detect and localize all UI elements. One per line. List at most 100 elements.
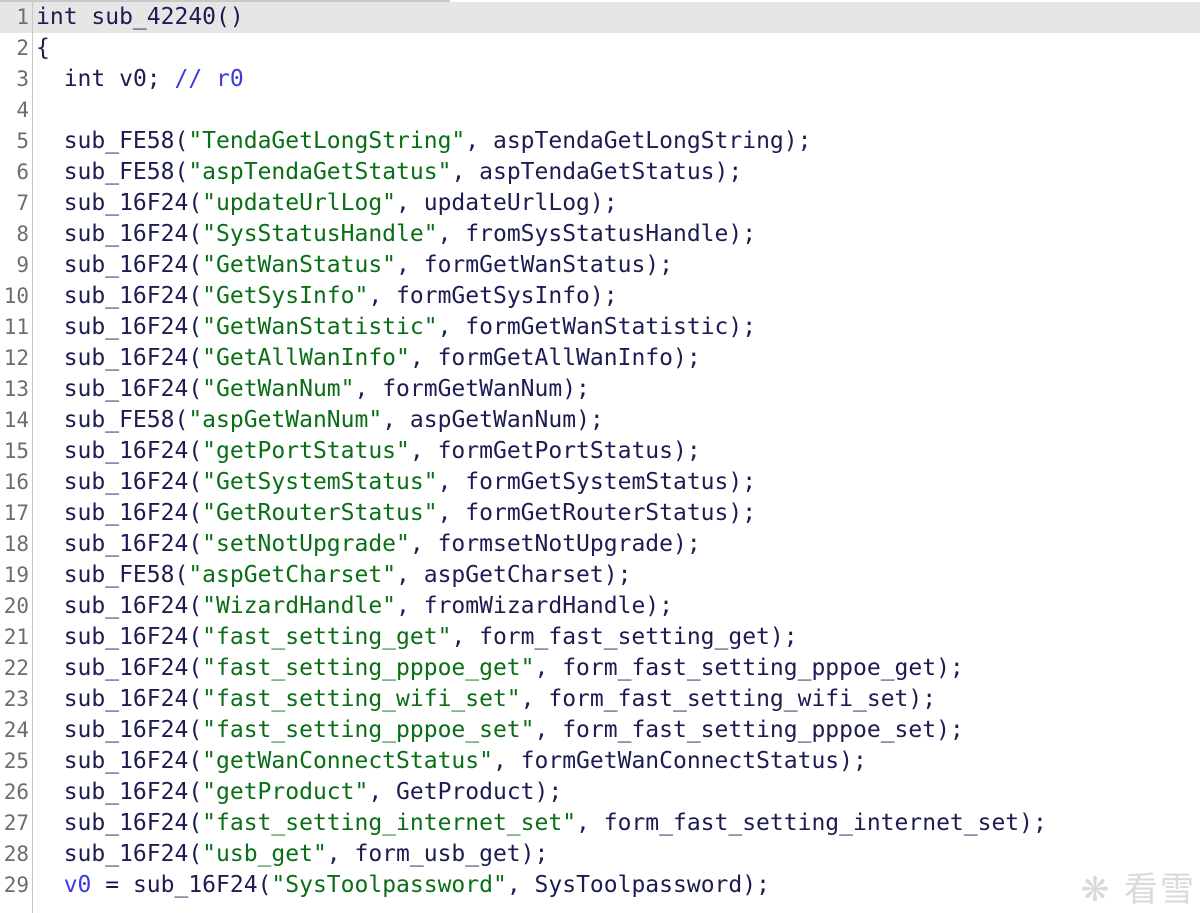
code-token[interactable]: = sub_16F24( xyxy=(91,872,271,898)
line-code[interactable]: sub_16F24("GetWanStatus", formGetWanStat… xyxy=(36,250,673,281)
line-code[interactable]: v0 = sub_16F24("SysToolpassword", SysToo… xyxy=(36,870,770,901)
code-token[interactable]: sub_16F24( xyxy=(36,748,202,774)
code-token[interactable]: sub_16F24( xyxy=(36,624,202,650)
line-code[interactable]: { xyxy=(36,33,50,64)
code-line[interactable]: 12 sub_16F24("GetAllWanInfo", formGetAll… xyxy=(0,343,1200,374)
code-token[interactable]: , formGetWanNum); xyxy=(355,376,590,402)
code-token[interactable]: , formGetWanStatus); xyxy=(396,252,673,278)
code-token[interactable]: sub_16F24( xyxy=(36,469,202,495)
code-token[interactable]: sub_16F24( xyxy=(36,779,202,805)
string-literal[interactable]: "aspGetCharset" xyxy=(188,562,396,588)
string-literal[interactable]: "GetRouterStatus" xyxy=(202,500,437,526)
code-line[interactable]: 17 sub_16F24("GetRouterStatus", formGetR… xyxy=(0,498,1200,529)
line-code[interactable]: sub_16F24("GetWanNum", formGetWanNum); xyxy=(36,374,590,405)
code-token[interactable]: , form_fast_setting_wifi_set); xyxy=(521,686,936,712)
code-line[interactable]: 11 sub_16F24("GetWanStatistic", formGetW… xyxy=(0,312,1200,343)
line-code[interactable]: sub_16F24("GetSystemStatus", formGetSyst… xyxy=(36,467,756,498)
code-token[interactable]: , form_fast_setting_pppoe_get); xyxy=(535,655,964,681)
string-literal[interactable]: "fast_setting_internet_set" xyxy=(202,810,576,836)
code-token[interactable]: , formGetSysInfo); xyxy=(368,283,617,309)
code-token[interactable]: sub_FE58( xyxy=(36,159,189,185)
code-token[interactable]: , formGetRouterStatus); xyxy=(438,500,757,526)
string-literal[interactable]: "GetWanStatistic" xyxy=(202,314,437,340)
code-line[interactable]: 20 sub_16F24("WizardHandle", fromWizardH… xyxy=(0,591,1200,622)
string-literal[interactable]: "fast_setting_pppoe_set" xyxy=(202,717,534,743)
code-token[interactable]: { xyxy=(36,35,50,61)
string-literal[interactable]: "fast_setting_wifi_set" xyxy=(202,686,521,712)
code-token[interactable]: , aspGetCharset); xyxy=(396,562,631,588)
string-literal[interactable]: "WizardHandle" xyxy=(202,593,396,619)
code-token[interactable]: , aspTendaGetStatus); xyxy=(451,159,742,185)
line-code[interactable]: sub_16F24("fast_setting_wifi_set", form_… xyxy=(36,684,936,715)
string-literal[interactable]: "GetWanNum" xyxy=(202,376,354,402)
string-literal[interactable]: "SysToolpassword" xyxy=(271,872,506,898)
code-line[interactable]: 27 sub_16F24("fast_setting_internet_set"… xyxy=(0,808,1200,839)
code-token[interactable] xyxy=(36,872,64,898)
string-literal[interactable]: "fast_setting_get" xyxy=(202,624,451,650)
code-line[interactable]: 29 v0 = sub_16F24("SysToolpassword", Sys… xyxy=(0,870,1200,901)
code-line[interactable]: 1 int sub_42240() xyxy=(0,2,1200,33)
code-token[interactable]: sub_FE58( xyxy=(36,128,189,154)
line-code[interactable]: sub_16F24("setNotUpgrade", formsetNotUpg… xyxy=(36,529,701,560)
code-line[interactable]: 24 sub_16F24("fast_setting_pppoe_set", f… xyxy=(0,715,1200,746)
code-token[interactable]: sub_16F24( xyxy=(36,314,202,340)
code-token[interactable]: sub_16F24( xyxy=(36,655,202,681)
code-token[interactable]: sub_16F24( xyxy=(36,593,202,619)
string-literal[interactable]: "GetAllWanInfo" xyxy=(202,345,410,371)
code-token[interactable]: , aspTendaGetLongString); xyxy=(465,128,811,154)
code-token[interactable]: sub_16F24( xyxy=(36,190,202,216)
line-code[interactable]: sub_16F24("fast_setting_pppoe_get", form… xyxy=(36,653,964,684)
string-literal[interactable]: "getProduct" xyxy=(202,779,368,805)
line-code[interactable]: sub_16F24("WizardHandle", fromWizardHand… xyxy=(36,591,673,622)
code-token[interactable]: int sub_42240() xyxy=(36,4,244,30)
string-literal[interactable]: "aspGetWanNum" xyxy=(188,407,382,433)
code-line[interactable]: 28 sub_16F24("usb_get", form_usb_get); xyxy=(0,839,1200,870)
code-line[interactable]: 7 sub_16F24("updateUrlLog", updateUrlLog… xyxy=(0,188,1200,219)
code-token[interactable]: int xyxy=(36,66,119,92)
code-line[interactable]: 22 sub_16F24("fast_setting_pppoe_get", f… xyxy=(0,653,1200,684)
code-token[interactable]: sub_16F24( xyxy=(36,438,202,464)
variable-token[interactable]: v0 xyxy=(64,872,92,898)
string-literal[interactable]: "usb_get" xyxy=(202,841,327,867)
code-token[interactable]: ; xyxy=(147,66,175,92)
code-token[interactable]: sub_16F24( xyxy=(36,686,202,712)
line-code[interactable]: sub_FE58("aspGetWanNum", aspGetWanNum); xyxy=(36,405,604,436)
code-token[interactable]: sub_FE58( xyxy=(36,407,189,433)
line-code[interactable]: sub_16F24("GetWanStatistic", formGetWanS… xyxy=(36,312,756,343)
code-line[interactable]: 4 xyxy=(0,95,1200,126)
line-code[interactable]: sub_16F24("GetRouterStatus", formGetRout… xyxy=(36,498,756,529)
code-line[interactable]: 21 sub_16F24("fast_setting_get", form_fa… xyxy=(0,622,1200,653)
code-token[interactable]: , fromWizardHandle); xyxy=(396,593,673,619)
code-token[interactable]: sub_16F24( xyxy=(36,376,202,402)
code-line[interactable]: 23 sub_16F24("fast_setting_wifi_set", fo… xyxy=(0,684,1200,715)
code-token[interactable]: sub_16F24( xyxy=(36,345,202,371)
line-code[interactable]: int v0; // r0 xyxy=(36,64,244,95)
code-token[interactable]: sub_16F24( xyxy=(36,841,202,867)
code-token[interactable]: sub_FE58( xyxy=(36,562,189,588)
code-line[interactable]: 18 sub_16F24("setNotUpgrade", formsetNot… xyxy=(0,529,1200,560)
string-literal[interactable]: "fast_setting_pppoe_get" xyxy=(202,655,534,681)
code-line[interactable]: 13 sub_16F24("GetWanNum", formGetWanNum)… xyxy=(0,374,1200,405)
line-code[interactable]: sub_16F24("fast_setting_get", form_fast_… xyxy=(36,622,798,653)
comment-token[interactable]: // r0 xyxy=(175,66,244,92)
code-line[interactable]: 15 sub_16F24("getPortStatus", formGetPor… xyxy=(0,436,1200,467)
line-code[interactable]: sub_FE58("aspGetCharset", aspGetCharset)… xyxy=(36,560,632,591)
code-line[interactable]: 2{ xyxy=(0,33,1200,64)
line-code[interactable]: sub_FE58("aspTendaGetStatus", aspTendaGe… xyxy=(36,157,743,188)
line-code[interactable]: int sub_42240() xyxy=(36,2,244,33)
line-code[interactable]: sub_16F24("GetAllWanInfo", formGetAllWan… xyxy=(36,343,701,374)
code-token[interactable]: sub_16F24( xyxy=(36,531,202,557)
code-token[interactable]: , aspGetWanNum); xyxy=(382,407,604,433)
code-token[interactable]: sub_16F24( xyxy=(36,283,202,309)
string-literal[interactable]: "GetWanStatus" xyxy=(202,252,396,278)
code-token[interactable]: , form_fast_setting_pppoe_set); xyxy=(535,717,964,743)
string-literal[interactable]: "getPortStatus" xyxy=(202,438,410,464)
line-code[interactable]: sub_16F24("SysStatusHandle", fromSysStat… xyxy=(36,219,756,250)
code-token[interactable]: , formsetNotUpgrade); xyxy=(410,531,701,557)
string-literal[interactable]: "aspTendaGetStatus" xyxy=(188,159,451,185)
code-line[interactable]: 14 sub_FE58("aspGetWanNum", aspGetWanNum… xyxy=(0,405,1200,436)
line-code[interactable]: sub_16F24("fast_setting_internet_set", f… xyxy=(36,808,1047,839)
code-token[interactable]: sub_16F24( xyxy=(36,810,202,836)
line-code[interactable]: sub_16F24("fast_setting_pppoe_set", form… xyxy=(36,715,964,746)
code-token[interactable]: v0 xyxy=(119,66,147,92)
